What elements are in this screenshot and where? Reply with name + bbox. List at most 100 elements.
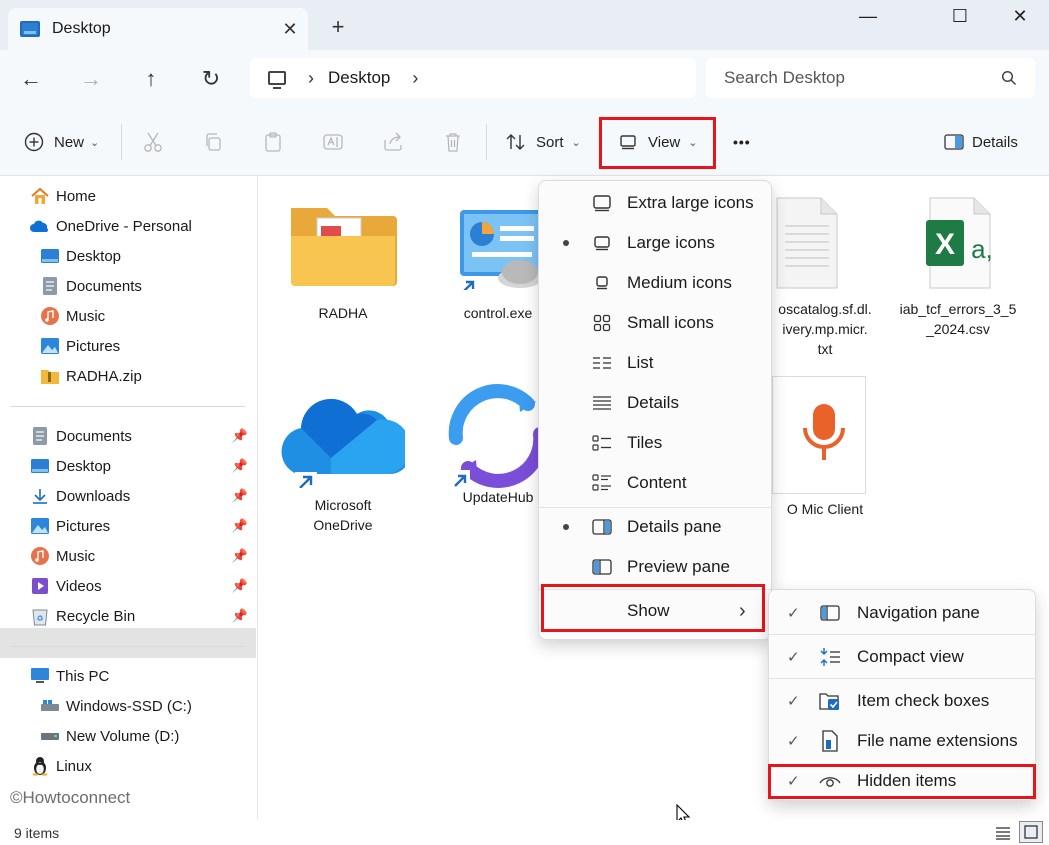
- sidebar-item-pictures[interactable]: Pictures: [40, 331, 120, 361]
- sidebar-item-music[interactable]: Music: [40, 301, 105, 331]
- sidebar-item-linux[interactable]: Linux: [30, 751, 92, 781]
- address-bar[interactable]: › Desktop ›: [250, 58, 696, 98]
- sidebar-item-downloads[interactable]: Downloads 📌: [30, 481, 256, 511]
- delete-button[interactable]: [439, 128, 467, 156]
- file-item[interactable]: Microsoft OneDrive: [268, 388, 418, 535]
- forward-button[interactable]: →: [74, 64, 108, 94]
- menu-item-file-name-extensions[interactable]: ✓ File name extensions: [769, 721, 1035, 761]
- pin-icon: 📌: [231, 428, 248, 443]
- more-options-button[interactable]: •••: [733, 128, 751, 156]
- downloads-icon: [30, 486, 50, 506]
- close-window-button[interactable]: ✕: [997, 6, 1043, 30]
- onedrive-app-icon: [281, 398, 411, 494]
- sidebar-divider: [10, 646, 245, 647]
- sidebar-item-label: Music: [56, 547, 96, 565]
- details-view-icon: [996, 827, 1010, 840]
- rename-button[interactable]: [319, 128, 347, 156]
- large-icons-view-toggle[interactable]: [1019, 821, 1043, 843]
- sort-button[interactable]: Sort ⌄: [502, 128, 581, 156]
- sidebar-item-documents-pinned[interactable]: Documents 📌: [30, 421, 256, 451]
- sidebar-item-pictures-pinned[interactable]: Pictures 📌: [30, 511, 256, 541]
- menu-item-list[interactable]: List: [539, 343, 771, 383]
- chevron-right-icon[interactable]: ›: [412, 68, 418, 89]
- cut-button[interactable]: [139, 128, 167, 156]
- menu-item-navigation-pane[interactable]: ✓ Navigation pane: [769, 593, 1035, 633]
- drive-icon: [40, 696, 60, 716]
- pin-icon: 📌: [231, 518, 248, 533]
- desktop-icon: [30, 456, 50, 476]
- menu-item-medium-icons[interactable]: Medium icons: [539, 263, 771, 303]
- sidebar-item-documents[interactable]: Documents: [40, 271, 142, 301]
- show-item-highlight: [541, 584, 765, 632]
- menu-item-tiles[interactable]: Tiles: [539, 423, 771, 463]
- up-button[interactable]: ↑: [134, 64, 168, 94]
- menu-item-small-icons[interactable]: Small icons: [539, 303, 771, 343]
- menu-item-content[interactable]: Content: [539, 463, 771, 503]
- search-icon: [1001, 70, 1017, 86]
- menu-item-item-check-boxes[interactable]: ✓ Item check boxes: [769, 681, 1035, 721]
- sidebar-item-label: New Volume (D:): [66, 727, 180, 745]
- file-item[interactable]: RADHA: [268, 200, 418, 323]
- home-icon: [30, 186, 50, 206]
- menu-item-details-pane[interactable]: Details pane: [539, 507, 771, 547]
- sidebar-item-label: Recycle Bin: [56, 607, 136, 625]
- back-button[interactable]: ←: [14, 64, 48, 94]
- menu-item-extra-large-icons[interactable]: Extra large icons: [539, 183, 771, 223]
- large-icons-icon: [591, 233, 613, 253]
- tiles-icon: [591, 433, 613, 453]
- maximize-button[interactable]: ☐: [937, 6, 983, 30]
- sidebar-item-home[interactable]: Home: [30, 181, 96, 211]
- menu-item-label: Details pane: [627, 517, 722, 536]
- sidebar-item-label: Documents: [56, 427, 132, 445]
- sidebar-item-desktop[interactable]: Desktop: [40, 241, 121, 271]
- menu-item-details[interactable]: Details: [539, 383, 771, 423]
- menu-item-label: Content: [627, 473, 687, 492]
- sidebar-item-onedrive[interactable]: OneDrive - Personal: [30, 211, 192, 241]
- menu-item-label: Medium icons: [627, 273, 732, 292]
- sidebar-item-this-pc[interactable]: This PC: [30, 661, 109, 691]
- paste-button[interactable]: [259, 128, 287, 156]
- file-name: Microsoft OneDrive: [313, 497, 373, 533]
- sidebar-item-recycle-bin[interactable]: ♻ Recycle Bin 📌: [30, 601, 256, 631]
- chevron-right-icon[interactable]: ›: [308, 68, 314, 89]
- menu-item-compact-view[interactable]: ✓ Compact view: [769, 637, 1035, 677]
- sidebar-item-music-pinned[interactable]: Music 📌: [30, 541, 256, 571]
- sidebar-divider: [10, 406, 245, 407]
- sidebar-item-label: Pictures: [66, 337, 121, 355]
- folder-icon: [291, 208, 397, 286]
- search-input[interactable]: Search Desktop: [706, 58, 1035, 98]
- search-placeholder: Search Desktop: [724, 68, 845, 87]
- sidebar-item-new-volume[interactable]: New Volume (D:): [40, 721, 179, 751]
- extra-large-icons-icon: [591, 193, 613, 213]
- sidebar-item-radha-zip[interactable]: RADHA.zip: [40, 361, 142, 391]
- sort-icon: [502, 128, 530, 156]
- title-bar: Desktop ✕ + — ☐ ✕: [0, 0, 1049, 50]
- microphone-icon: [803, 404, 845, 460]
- recycle-bin-icon: ♻: [30, 606, 50, 626]
- new-tab-button[interactable]: +: [326, 14, 350, 40]
- pin-icon: 📌: [231, 548, 248, 563]
- details-view-toggle[interactable]: [993, 823, 1013, 843]
- sidebar-item-windows-ssd[interactable]: Windows-SSD (C:): [40, 691, 192, 721]
- minimize-button[interactable]: —: [845, 6, 891, 30]
- menu-item-large-icons[interactable]: Large icons: [539, 223, 771, 263]
- tab-desktop[interactable]: Desktop ✕: [8, 8, 308, 50]
- details-icon: [591, 393, 613, 413]
- watermark-text: ©Howtoconnect: [10, 788, 131, 807]
- copy-button[interactable]: [199, 128, 227, 156]
- menu-item-preview-pane[interactable]: Preview pane: [539, 547, 771, 587]
- share-button[interactable]: [379, 128, 407, 156]
- sidebar-item-videos[interactable]: Videos 📌: [30, 571, 256, 601]
- refresh-button[interactable]: ↻: [194, 64, 228, 94]
- details-pane-button[interactable]: Details: [940, 128, 1018, 156]
- breadcrumb-desktop[interactable]: Desktop: [328, 68, 390, 88]
- item-check-boxes-icon: [819, 691, 841, 711]
- sidebar-item-desktop-pinned[interactable]: Desktop 📌: [30, 451, 256, 481]
- navigation-pane: Home OneDrive - Personal Desktop Documen…: [0, 176, 258, 820]
- tab-close-button[interactable]: ✕: [278, 19, 302, 40]
- new-button[interactable]: New ⌄: [20, 128, 99, 156]
- sidebar-item-label: OneDrive - Personal: [56, 217, 192, 235]
- status-bar: 9 items: [0, 820, 1049, 845]
- file-item[interactable]: Xa, iab_tcf_errors_3_5 _2024.csv: [883, 194, 1033, 339]
- sidebar-item-label: Videos: [56, 577, 102, 595]
